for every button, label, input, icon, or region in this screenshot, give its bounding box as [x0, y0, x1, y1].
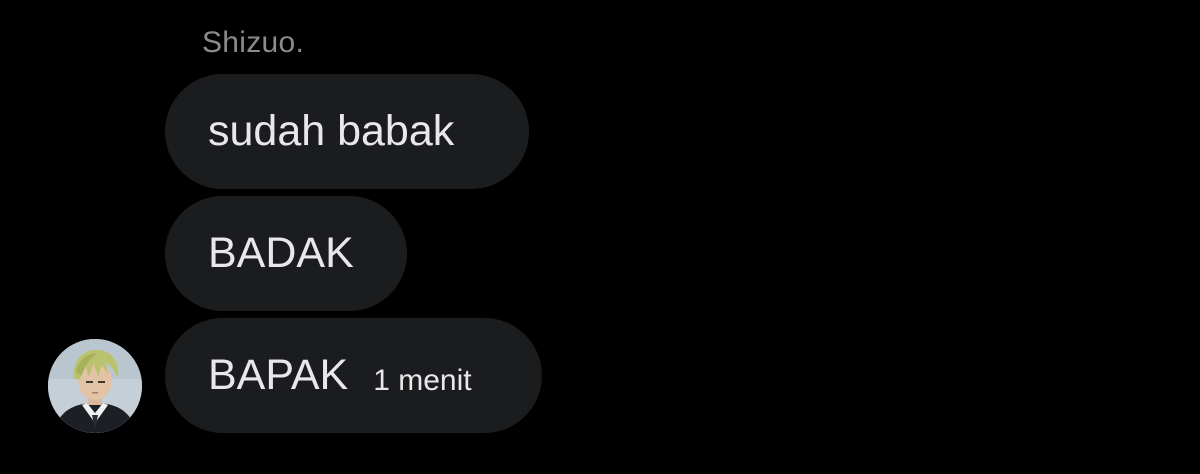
sender-avatar[interactable] [48, 339, 142, 433]
message-text: BADAK [208, 229, 354, 277]
message-text: sudah babak [208, 107, 455, 155]
message-bubble[interactable]: BADAK [165, 196, 407, 311]
message-bubble[interactable]: sudah babak [165, 74, 529, 189]
sender-name[interactable]: Shizuo. [202, 26, 304, 60]
message-timestamp: 1 menit [373, 363, 472, 397]
message-text: BAPAK [208, 351, 349, 399]
message-bubble[interactable]: BAPAK 1 menit [165, 318, 542, 433]
chat-thread: Shizuo. sudah babak BADAK BAPAK 1 menit [0, 0, 1200, 474]
avatar-image [48, 339, 142, 433]
